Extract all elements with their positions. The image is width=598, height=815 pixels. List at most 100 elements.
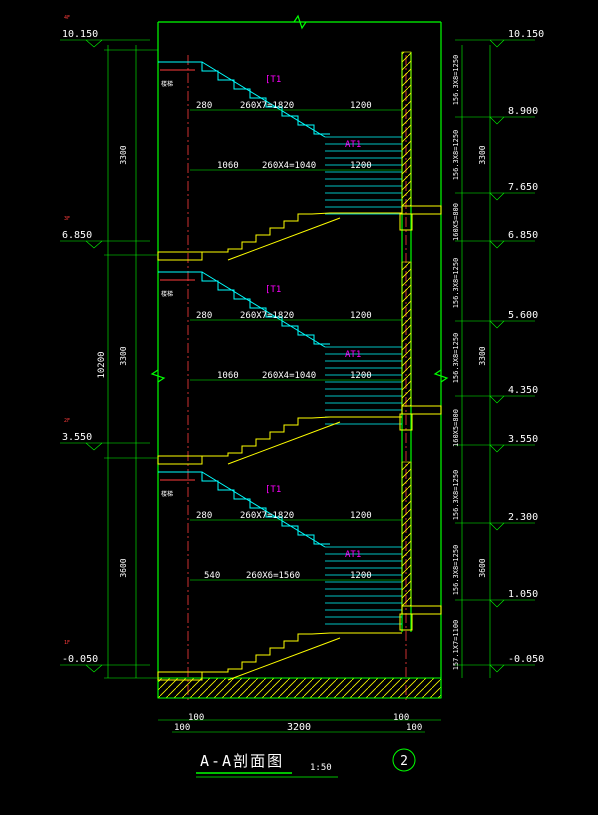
text-layer: 楼梯 [T1 AT1 280 260X7=1820 1200 1060 260X4=1040 1… (62, 15, 544, 733)
left-floor-dim: 3600 (119, 558, 128, 577)
bottom-dim: 3200 (287, 722, 311, 733)
right-elevation-triangle (489, 395, 505, 404)
right-segment-dim: 160X5=800 (452, 203, 460, 241)
right-elevation-value: 8.900 (508, 106, 538, 117)
dim-lower-c: 1200 (350, 371, 372, 381)
left-elevation-value: 3.550 (62, 432, 92, 443)
right-elevation-value: 10.150 (508, 29, 544, 40)
dim-lower-b: 260X4=1040 (262, 161, 316, 171)
right-segment-dim: 156.3X8=1250 (452, 55, 460, 106)
left-floor-tag: 3F (64, 216, 70, 222)
right-elevation-triangle (489, 664, 505, 673)
dim-upper-b: 260X7=1820 (240, 101, 294, 111)
dim-lower-b: 260X6=1560 (246, 571, 300, 581)
left-elevation-triangle (85, 39, 103, 48)
right-elevation-triangle (489, 192, 505, 201)
right-elevation-value: 1.050 (508, 589, 538, 600)
right-elevation-triangle (489, 320, 505, 329)
dim-upper-a: 280 (196, 311, 212, 321)
right-elevation-value: -0.050 (508, 654, 544, 665)
right-floor-dim: 3600 (478, 558, 487, 577)
dim-lower-b: 260X4=1040 (262, 371, 316, 381)
left-floor-tag: 1F (64, 640, 70, 646)
stair-flight-upper (158, 61, 330, 135)
dim-upper-c: 1200 (350, 101, 372, 111)
landing-slab (401, 205, 442, 215)
left-elevation-triangle (85, 442, 103, 451)
right-segment-dim: 157.1X7=1100 (452, 620, 460, 671)
left-elevation-value: -0.050 (62, 654, 98, 665)
bottom-dim: 100 (393, 713, 409, 723)
stair-slope-line (201, 271, 326, 348)
left-floor-dim: 3300 (119, 145, 128, 164)
right-elevation-value: 5.600 (508, 310, 538, 321)
stair-flight-lower (158, 212, 402, 253)
right-elevation-value: 7.650 (508, 182, 538, 193)
right-segment-dim: 156.3X8=1250 (452, 130, 460, 181)
floor-slab (157, 455, 203, 465)
stair-geometry (157, 51, 442, 681)
flight-tag-upper: [T1 (265, 485, 281, 495)
dim-upper-b: 260X7=1820 (240, 311, 294, 321)
right-elevation-triangle (489, 522, 505, 531)
stair-flight-lower (158, 416, 402, 457)
left-elevation-value: 6.850 (62, 230, 92, 241)
landing-slab (401, 605, 442, 615)
right-floor-dim: 3300 (478, 346, 487, 365)
right-segment-dim: 156.3X8=1250 (452, 545, 460, 596)
dim-lower-c: 1200 (350, 161, 372, 171)
flight-tag-upper: [T1 (265, 75, 281, 85)
right-elevation-value: 6.850 (508, 230, 538, 241)
dim-lower-a: 1060 (217, 161, 239, 171)
flight-tag-upper: [T1 (265, 285, 281, 295)
dim-upper-a: 280 (196, 101, 212, 111)
right-elevation-triangle (489, 116, 505, 125)
left-elevation-value: 10.150 (62, 29, 98, 40)
left-floor-dim: 3300 (119, 346, 128, 365)
bottom-dim: 100 (406, 723, 422, 733)
wall-hatch (401, 261, 412, 407)
right-elevation-triangle (489, 599, 505, 608)
note-text: 楼梯 (161, 490, 173, 498)
drawing-scale: 1:50 (310, 763, 332, 773)
stair-slope-line (201, 61, 326, 138)
left-total-dim: 10200 (97, 351, 107, 378)
section-drawing: 楼梯 [T1 AT1 280 260X7=1820 1200 1060 260X4=1040 1… (60, 14, 544, 778)
stair-flight-lower (158, 632, 402, 673)
flight-tag-lower: AT1 (345, 550, 361, 560)
wall-hatch (401, 51, 412, 207)
right-elevation-triangle (489, 240, 505, 249)
stair-flight-upper (158, 271, 330, 345)
bottom-dim: 100 (174, 723, 190, 733)
dim-lower-c: 1200 (350, 571, 372, 581)
left-elevation-triangle (85, 664, 103, 673)
stair-flight-upper (158, 471, 330, 545)
dim-upper-b: 260X7=1820 (240, 511, 294, 521)
dim-lower-a: 1060 (217, 371, 239, 381)
dim-lower-a: 540 (204, 571, 220, 581)
dimension-lines (60, 39, 535, 733)
right-segment-dim: 160X5=800 (452, 409, 460, 447)
note-text: 楼梯 (161, 80, 173, 88)
right-segment-dim: 156.3X8=1250 (452, 333, 460, 384)
floor-slab (157, 251, 203, 261)
right-elevation-value: 4.350 (508, 385, 538, 396)
right-segment-dim: 156.3X8=1250 (452, 470, 460, 521)
left-floor-tag: 2F (64, 418, 70, 424)
right-segment-dim: 156.3X8=1250 (452, 258, 460, 309)
right-elevation-value: 2.300 (508, 512, 538, 523)
left-floor-tag: 4F (64, 15, 70, 21)
axis-bubble-label: 2 (400, 754, 408, 769)
wall-hatch (401, 461, 412, 607)
left-elevation-triangle (85, 240, 103, 249)
right-floor-dim: 3300 (478, 145, 487, 164)
right-elevation-value: 3.550 (508, 434, 538, 445)
drawing-title: A-A剖面图 (200, 752, 284, 770)
landing-slab (401, 405, 442, 415)
stair-slope-line (201, 471, 326, 548)
flight-tag-lower: AT1 (345, 140, 361, 150)
right-elevation-triangle (489, 39, 505, 48)
dim-upper-c: 1200 (350, 311, 372, 321)
dim-upper-c: 1200 (350, 511, 372, 521)
flight-tag-lower: AT1 (345, 350, 361, 360)
